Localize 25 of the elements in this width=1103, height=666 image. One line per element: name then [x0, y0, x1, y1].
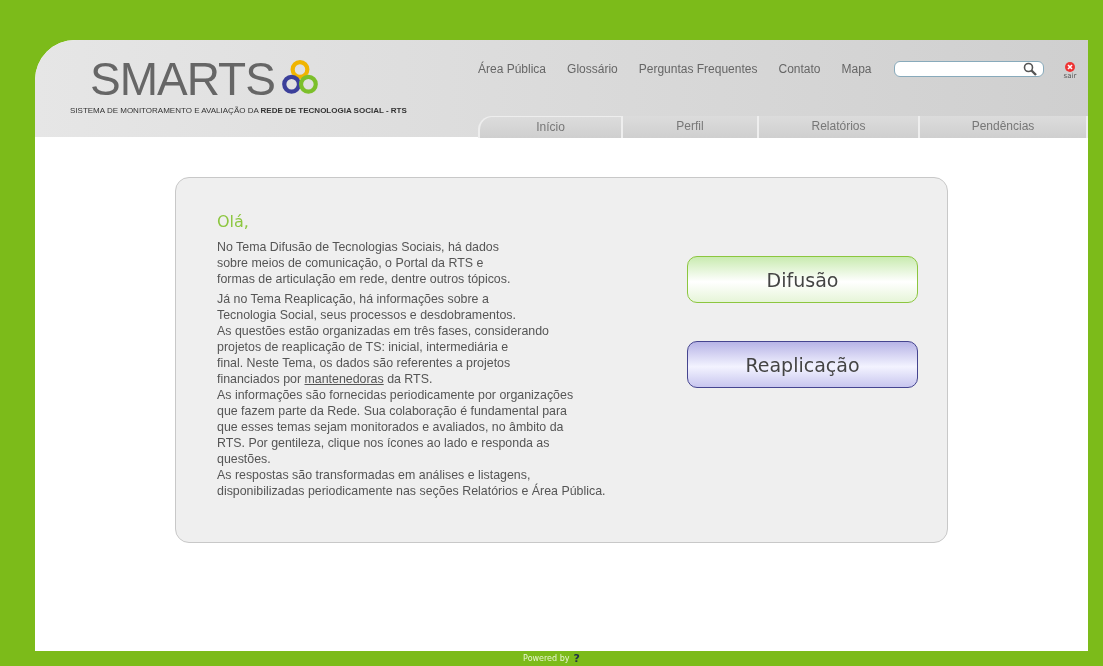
nav-link[interactable]: Perguntas Frequentes [638, 62, 758, 77]
nav-link[interactable]: Área Pública [478, 62, 547, 77]
powered-by-text: Powered by [523, 653, 570, 663]
logo-subtitle: SISTEMA DE MONITORAMENTO E AVALIAÇÃO DA REDE DE TECNOLOGIA SOCIAL - RTS [70, 106, 408, 116]
search-icon[interactable] [1022, 62, 1037, 77]
paragraph: As respostas são transformadas em análises e listagens, disponibilizadas periodicamente nas seções Relatórios e Área Pública. [217, 467, 607, 500]
greeting: Olá, [217, 212, 250, 232]
search-field[interactable] [893, 61, 1044, 78]
paragraph: As questões estão organizadas em três fases, considerando projetos de reaplicação de TS: inicial, intermediária e final. Neste Tema, os dados são referentes a projetos financiados por mantenedoras da RTS. [217, 323, 550, 388]
theme-button[interactable]: Difusão [687, 256, 918, 304]
paragraph: Já no Tema Reaplicação, há informações sobre a Tecnologia Social, seus processos e desdobramentos. [217, 291, 517, 324]
paragraph: No Tema Difusão de Tecnologias Sociais, há dados sobre meios de comunicação, o Portal da RTS e formas de articulação em rede, dentre outros tópicos. [217, 239, 512, 288]
question-mark-icon: ? [573, 651, 580, 665]
logo-wordmark: SMARTS [90, 54, 275, 105]
close-icon [1064, 62, 1075, 73]
theme-button[interactable]: Reaplicação [687, 341, 918, 389]
nav-tab[interactable]: Início [478, 116, 623, 139]
nav-link[interactable]: Mapa [841, 62, 872, 77]
nav-link[interactable]: Glossário [567, 62, 618, 77]
nav-link[interactable]: Contato [778, 62, 821, 77]
nav-tab[interactable]: Pendências [920, 116, 1088, 139]
paragraph: As informações são fornecidas periodicamente por organizações que fazem parte da Rede. Sua colaboração é fundamental para que esses temas sejam monitorados e avaliados, no âmbito da RTS. Por gentileza, clique nos ícones ao lado e responda as questões. [217, 387, 575, 468]
nav-tab[interactable]: Relatórios [759, 116, 920, 139]
nav-tab[interactable]: Perfil [623, 116, 759, 139]
text-link[interactable]: mantenedoras [304, 372, 384, 387]
